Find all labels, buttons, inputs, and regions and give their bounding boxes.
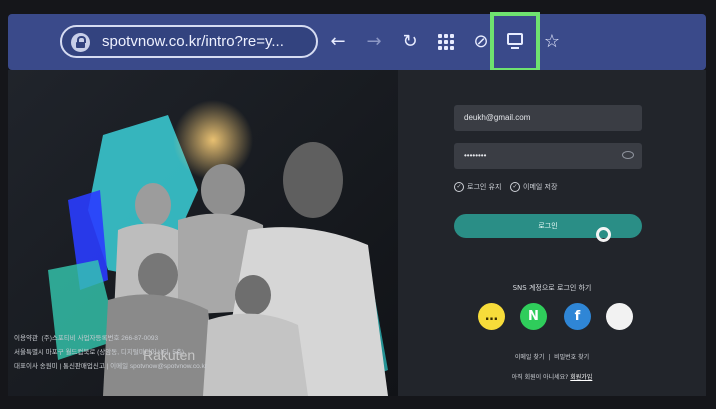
save-email-label: 이메일 저장 [523, 183, 558, 191]
apps-grid-icon[interactable] [434, 30, 458, 54]
sns-title: SNS 계정으로 로그인 하기 [512, 284, 592, 292]
find-email-link[interactable]: 이메일 찾기 [515, 354, 545, 361]
hero-image: Rakuten 이용약관 (주)스포티비 사업자등록번호 266-87-0093… [8, 70, 398, 396]
find-password-link[interactable]: 비밀번호 찾기 [554, 354, 589, 361]
reload-icon[interactable]: ↻ [398, 30, 422, 54]
save-email-checkbox[interactable]: ✓ 이메일 저장 [510, 182, 557, 192]
footer-line-1: 이용약관 (주)스포티비 사업자등록번호 266-87-0093 [14, 332, 158, 342]
not-member-text: 아직 회원이 아니세요? [511, 374, 569, 381]
password-field[interactable]: •••••••• [454, 143, 642, 169]
link-separator: | [548, 354, 551, 361]
pointer-cursor [596, 227, 611, 242]
show-password-icon[interactable] [622, 151, 634, 159]
keep-login-label: 로그인 유지 [467, 183, 502, 191]
company-info: (주)스포티비 사업자등록번호 266-87-0093 [41, 335, 159, 342]
highlight-box [490, 12, 540, 72]
back-arrow-icon[interactable]: ← [326, 30, 350, 54]
email-value: deukh@gmail.com [464, 113, 531, 122]
footer-line-2: 서울특별시 마포구 월드컵북로 (상암동, 디지털미디어시티, 5층) [14, 349, 185, 356]
page-content: Rakuten 이용약관 (주)스포티비 사업자등록번호 266-87-0093… [8, 70, 706, 396]
login-panel: deukh@gmail.com •••••••• ✓ 로그인 유지 ✓ 이메일 저장… [398, 70, 706, 396]
star-icon[interactable]: ☆ [540, 30, 564, 54]
find-links: 이메일 찾기 | 비밀번호 찾기 [398, 352, 706, 361]
browser-toolbar: spotvnow.co.kr/intro?re=y... ← → ↻ ⊘ ☆ [8, 14, 706, 70]
address-bar[interactable]: spotvnow.co.kr/intro?re=y... [60, 25, 318, 58]
email-field[interactable]: deukh@gmail.com [454, 105, 642, 131]
kakao-login-button[interactable]: … [478, 303, 505, 330]
signup-link[interactable]: 회원가입 [570, 374, 592, 381]
check-icon: ✓ [454, 182, 464, 192]
url-text: spotvnow.co.kr/intro?re=y... [102, 33, 284, 50]
footer-line-3: 대표이사 송원미 | 통신판매업신고 | 이메일 spotvnow@spotvn… [14, 363, 207, 370]
signup-row: 아직 회원이 아니세요? 회원가입 [398, 372, 706, 381]
password-value: •••••••• [464, 151, 487, 160]
terms-link[interactable]: 이용약관 [14, 335, 38, 342]
login-button[interactable]: 로그인 [454, 214, 642, 238]
apple-login-button[interactable] [606, 303, 633, 330]
facebook-login-button[interactable]: f [564, 303, 591, 330]
check-icon: ✓ [510, 182, 520, 192]
naver-login-button[interactable]: N [520, 303, 547, 330]
keep-login-checkbox[interactable]: ✓ 로그인 유지 [454, 182, 501, 192]
forward-arrow-icon[interactable]: → [362, 30, 386, 54]
lock-icon [71, 33, 90, 52]
